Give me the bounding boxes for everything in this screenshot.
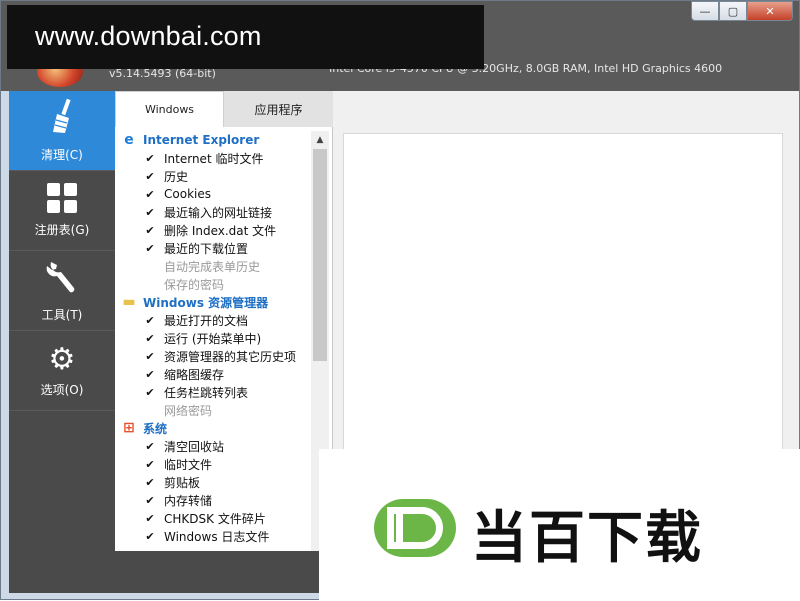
- category-header[interactable]: ▬ Windows 资源管理器: [115, 293, 315, 311]
- cleaner-option-row[interactable]: ✔ 剪贴板: [115, 473, 315, 491]
- tab-windows[interactable]: Windows: [115, 91, 224, 127]
- cleaner-option-row[interactable]: ✔ 运行 (开始菜单中): [115, 329, 315, 347]
- cleaner-option-row[interactable]: ✔ 内存转储: [115, 491, 315, 509]
- checkmark-icon[interactable]: ✔: [144, 224, 156, 237]
- cleaner-option-row[interactable]: ✔ 历史: [115, 167, 315, 185]
- cleaner-option-row[interactable]: ✔ 删除 Index.dat 文件: [115, 221, 315, 239]
- checkmark-icon[interactable]: ✔: [144, 512, 156, 525]
- panel-footer: [115, 551, 319, 593]
- watermark-banner: www.downbai.com: [7, 5, 484, 69]
- windows-icon: ⊞: [123, 420, 135, 436]
- cleaner-options-panel: Windows 应用程序 e Internet Explorer ✔ Internet…: [115, 91, 333, 551]
- app-window: v5.14.5493 (64-bit) Intel Core i5-4570 C…: [0, 0, 800, 601]
- category-title: Windows 资源管理器: [143, 295, 269, 310]
- sidebar-item-label: 工具(T): [41, 308, 83, 322]
- grid-icon: [47, 183, 77, 213]
- minimize-button[interactable]: —: [691, 1, 719, 21]
- folder-icon: ▬: [122, 294, 136, 310]
- sidebar-item-tools[interactable]: 工具(T): [9, 251, 115, 331]
- broom-icon: [47, 98, 77, 142]
- results-pane: [343, 133, 783, 463]
- cleaner-option-row[interactable]: ✔ Internet 临时文件: [115, 149, 315, 167]
- checkmark-icon[interactable]: ✔: [144, 476, 156, 489]
- sidebar-item-options[interactable]: ⚙ 选项(O): [9, 331, 115, 411]
- checkmark-icon[interactable]: ✔: [144, 440, 156, 453]
- option-label: Windows 日志文件: [164, 529, 270, 544]
- cleaner-option-row[interactable]: ✔ 最近输入的网址链接: [115, 203, 315, 221]
- option-label: 最近的下载位置: [164, 241, 249, 256]
- option-label: 最近输入的网址链接: [164, 205, 273, 220]
- cleaner-option-row[interactable]: ✔ 网络密码: [115, 401, 315, 419]
- checkmark-icon[interactable]: ✔: [144, 494, 156, 507]
- scroll-up-arrow-icon[interactable]: ▲: [311, 133, 329, 147]
- ie-icon: e: [124, 132, 134, 148]
- cleaner-option-row[interactable]: ✔ 任务栏跳转列表: [115, 383, 315, 401]
- empty-checkbox-icon[interactable]: ✔: [144, 260, 156, 272]
- brand-logo-letter-bar: [396, 507, 403, 549]
- option-label: 清空回收站: [164, 439, 225, 454]
- sidebar-item-cleaner[interactable]: 清理(C): [9, 91, 115, 171]
- checkmark-icon[interactable]: ✔: [144, 530, 156, 543]
- sidebar: 清理(C) 注册表(G) 工具(T) ⚙ 选项(O): [9, 91, 115, 593]
- option-label: 删除 Index.dat 文件: [164, 223, 277, 238]
- maximize-button[interactable]: ▢: [719, 1, 747, 21]
- category-title: Internet Explorer: [143, 133, 260, 147]
- option-label: 自动完成表单历史: [164, 259, 261, 274]
- gear-icon: ⚙: [48, 342, 76, 377]
- brand-text: 当百下载: [471, 506, 703, 571]
- checkmark-icon[interactable]: ✔: [144, 242, 156, 255]
- category-header[interactable]: ⊞ 系统: [115, 419, 315, 437]
- cleaner-option-row[interactable]: ✔ 临时文件: [115, 455, 315, 473]
- scroll-thumb[interactable]: [313, 149, 327, 361]
- watermark-url: www.downbai.com: [35, 21, 262, 51]
- cleaner-option-row[interactable]: ✔ 保存的密码: [115, 275, 315, 293]
- checkmark-icon[interactable]: ✔: [144, 332, 156, 345]
- category-header[interactable]: e Internet Explorer: [115, 131, 315, 149]
- sidebar-item-label: 清理(C): [41, 148, 83, 162]
- empty-checkbox-icon[interactable]: ✔: [144, 278, 156, 290]
- cleaner-option-row[interactable]: ✔ Cookies: [115, 185, 315, 203]
- checkmark-icon[interactable]: ✔: [144, 152, 156, 165]
- wrench-icon: [45, 258, 79, 302]
- cleaner-option-row[interactable]: ✔ 资源管理器的其它历史项: [115, 347, 315, 365]
- option-label: Internet 临时文件: [164, 151, 264, 166]
- cleaner-option-row[interactable]: ✔ 最近的下载位置: [115, 239, 315, 257]
- option-label: CHKDSK 文件碎片: [164, 511, 266, 526]
- option-label: 任务栏跳转列表: [164, 385, 249, 400]
- checkmark-icon[interactable]: ✔: [144, 188, 156, 201]
- close-button[interactable]: ✕: [747, 1, 793, 21]
- tab-bar: Windows 应用程序: [115, 91, 333, 127]
- option-label: 临时文件: [164, 457, 213, 472]
- cleaner-option-row[interactable]: ✔ CHKDSK 文件碎片: [115, 509, 315, 527]
- checkmark-icon[interactable]: ✔: [144, 368, 156, 381]
- checkmark-icon[interactable]: ✔: [144, 206, 156, 219]
- checkmark-icon[interactable]: ✔: [144, 170, 156, 183]
- checkmark-icon[interactable]: ✔: [144, 350, 156, 363]
- checkmark-icon[interactable]: ✔: [144, 386, 156, 399]
- option-label: 资源管理器的其它历史项: [164, 349, 297, 364]
- option-label: 内存转储: [164, 493, 213, 508]
- option-label: Cookies: [164, 187, 211, 201]
- cleaner-option-row[interactable]: ✔ 自动完成表单历史: [115, 257, 315, 275]
- option-label: 缩略图缓存: [164, 367, 225, 382]
- checkmark-icon[interactable]: ✔: [144, 314, 156, 327]
- empty-checkbox-icon[interactable]: ✔: [144, 404, 156, 416]
- option-label: 历史: [164, 169, 189, 184]
- cleaner-option-row[interactable]: ✔ 最近打开的文档: [115, 311, 315, 329]
- option-label: 剪贴板: [164, 475, 201, 490]
- cleaner-item-list: e Internet Explorer ✔ Internet 临时文件 ✔ 历史 ✔ Cook…: [115, 131, 315, 545]
- tab-applications[interactable]: 应用程序: [224, 91, 333, 127]
- option-label: 网络密码: [164, 403, 213, 418]
- option-label: 保存的密码: [164, 277, 225, 292]
- sidebar-item-label: 选项(O): [40, 383, 84, 397]
- sidebar-item-registry[interactable]: 注册表(G): [9, 171, 115, 251]
- cleaner-option-row[interactable]: ✔ 清空回收站: [115, 437, 315, 455]
- option-label: 运行 (开始菜单中): [164, 331, 262, 346]
- cleaner-option-row[interactable]: ✔ 缩略图缓存: [115, 365, 315, 383]
- category-title: 系统: [143, 421, 168, 436]
- cleaner-option-row[interactable]: ✔ Windows 日志文件: [115, 527, 315, 545]
- option-label: 最近打开的文档: [164, 313, 249, 328]
- sidebar-item-label: 注册表(G): [34, 223, 90, 237]
- checkmark-icon[interactable]: ✔: [144, 458, 156, 471]
